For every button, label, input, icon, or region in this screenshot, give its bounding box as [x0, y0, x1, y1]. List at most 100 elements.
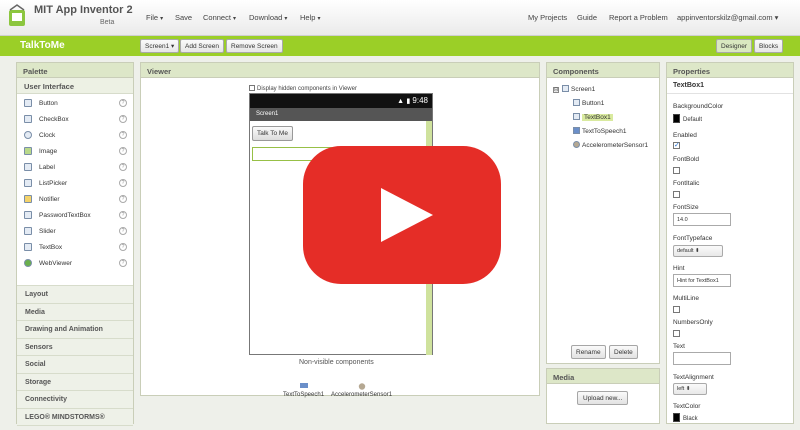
prop-enabled-checkbox[interactable]: ✓ [673, 142, 680, 149]
speech-icon [573, 127, 580, 134]
palette-item-image[interactable]: Image? [17, 144, 133, 160]
help-icon[interactable]: ? [119, 227, 127, 235]
palette-item-webviewer[interactable]: WebViewer? [17, 256, 133, 272]
prop-hint-input[interactable]: Hint for TextBox1 [673, 274, 731, 287]
prop-textcolor-value[interactable]: Black [673, 413, 698, 422]
menu-save[interactable]: Save [175, 13, 192, 22]
menu-connect[interactable]: Connect ▾ [203, 13, 236, 22]
palette-item-checkbox[interactable]: CheckBox? [17, 112, 133, 128]
properties-title: Properties [667, 63, 793, 78]
menu-file[interactable]: File ▾ [146, 13, 163, 22]
prop-backgroundcolor-label: BackgroundColor [673, 103, 724, 110]
remove-screen-button[interactable]: Remove Screen [226, 39, 283, 53]
phone-clock: 9:48 [412, 96, 428, 105]
accelerometer-icon [358, 383, 365, 390]
help-icon[interactable]: ? [119, 115, 127, 123]
help-icon[interactable]: ? [119, 195, 127, 203]
prop-fontitalic-checkbox[interactable] [673, 191, 680, 198]
prop-hint-label: Hint [673, 265, 685, 272]
prop-fonttypeface-select[interactable]: default ⬍ [673, 245, 723, 257]
help-icon[interactable]: ? [119, 99, 127, 107]
designer-button[interactable]: Designer [716, 39, 753, 53]
accelerometer-icon [573, 141, 580, 148]
wifi-icon: ▲ [397, 98, 405, 105]
account-menu[interactable]: appinventorskilz@gmail.com ▾ [677, 13, 778, 22]
link-my-projects[interactable]: My Projects [528, 13, 567, 22]
prop-text-label: Text [673, 343, 685, 350]
palette-item-notifier[interactable]: Notifier? [17, 192, 133, 208]
palette-item-label[interactable]: Label? [17, 160, 133, 176]
delete-button[interactable]: Delete [609, 345, 638, 359]
upload-new-button[interactable]: Upload new... [577, 391, 629, 405]
help-icon[interactable]: ? [119, 179, 127, 187]
tree-node-accelerometer1[interactable]: AccelerometerSensor1 [573, 141, 648, 149]
palette-item-clock[interactable]: Clock? [17, 128, 133, 144]
tree-node-textbox1[interactable]: TextBox1 [573, 113, 613, 121]
project-bar: TalkToMe Screen1 ▾ Add Screen Remove Scr… [0, 36, 800, 56]
help-icon[interactable]: ? [119, 243, 127, 251]
media-panel: Media Upload new... [546, 368, 660, 424]
label-icon [24, 163, 32, 171]
tree-node-button1[interactable]: Button1 [573, 99, 604, 107]
rename-button[interactable]: Rename [571, 345, 606, 359]
checkbox-icon [249, 85, 255, 91]
tree-node-screen1[interactable]: ⊟ Screen1 [553, 85, 595, 93]
color-swatch [673, 114, 680, 123]
help-icon[interactable]: ? [119, 131, 127, 139]
project-name: TalkToMe [20, 40, 65, 51]
nonvisible-texttospeech[interactable]: TextToSpeech1 [283, 383, 324, 398]
screen-icon [562, 85, 569, 92]
menu-download[interactable]: Download ▾ [249, 13, 287, 22]
palette-category-connectivity[interactable]: Connectivity [17, 391, 133, 409]
display-hidden-checkbox[interactable]: Display hidden components in Viewer [249, 85, 357, 92]
prop-text-input[interactable] [673, 352, 731, 365]
talk-to-me-button[interactable]: Talk To Me [252, 126, 293, 141]
add-screen-button[interactable]: Add Screen [180, 39, 224, 53]
palette-category-sensors[interactable]: Sensors [17, 338, 133, 356]
prop-fontbold-checkbox[interactable] [673, 167, 680, 174]
palette-item-passwordtextbox[interactable]: PasswordTextBox? [17, 208, 133, 224]
button-icon [24, 99, 32, 107]
palette-category-social[interactable]: Social [17, 356, 133, 374]
collapse-icon[interactable]: ⊟ [553, 87, 559, 93]
prop-fonttypeface-label: FontTypeface [673, 235, 713, 242]
image-icon [24, 147, 32, 155]
palette-category-lego[interactable]: LEGO® MINDSTORMS® [17, 408, 133, 426]
tree-node-texttospeech1[interactable]: TextToSpeech1 [573, 127, 626, 135]
help-icon[interactable]: ? [119, 147, 127, 155]
palette-list: Button? CheckBox? Clock? Image? Label? L… [17, 94, 133, 286]
youtube-play-icon[interactable] [303, 146, 501, 284]
prop-multiline-checkbox[interactable] [673, 306, 680, 313]
phone-screen-title: Screen1 [250, 108, 432, 121]
palette-item-button[interactable]: Button? [17, 96, 133, 112]
menu-help[interactable]: Help ▾ [300, 13, 320, 22]
prop-fontsize-input[interactable]: 14.0 [673, 213, 731, 226]
link-guide[interactable]: Guide [577, 13, 597, 22]
prop-fontitalic-label: FontItalic [673, 180, 700, 187]
link-report-problem[interactable]: Report a Problem [609, 13, 668, 22]
palette-panel: Palette User Interface Button? CheckBox?… [16, 62, 134, 426]
screen-select[interactable]: Screen1 ▾ [140, 39, 180, 53]
palette-section-user-interface[interactable]: User Interface [17, 78, 133, 94]
palette-item-slider[interactable]: Slider? [17, 224, 133, 240]
palette-category-storage[interactable]: Storage [17, 373, 133, 391]
beta-label: Beta [100, 19, 115, 26]
help-icon[interactable]: ? [119, 211, 127, 219]
prop-fontbold-label: FontBold [673, 156, 700, 163]
palette-item-textbox[interactable]: TextBox? [17, 240, 133, 256]
nonvisible-title: Non-visible components [299, 359, 374, 366]
chevron-down-icon: ▾ [160, 16, 164, 22]
palette-category-layout[interactable]: Layout [17, 286, 133, 304]
palette-item-listpicker[interactable]: ListPicker? [17, 176, 133, 192]
help-icon[interactable]: ? [119, 163, 127, 171]
viewer-title: Viewer [141, 63, 539, 78]
prop-textalignment-select[interactable]: left ⬍ [673, 383, 707, 395]
prop-numbersonly-checkbox[interactable] [673, 330, 680, 337]
palette-category-media[interactable]: Media [17, 303, 133, 321]
help-icon[interactable]: ? [119, 259, 127, 267]
nonvisible-accelerometer[interactable]: AccelerometerSensor1 [331, 383, 392, 398]
prop-backgroundcolor-value[interactable]: Default [673, 114, 702, 123]
blocks-button[interactable]: Blocks [754, 39, 784, 53]
prop-multiline-label: MultiLine [673, 295, 700, 302]
palette-category-drawing[interactable]: Drawing and Animation [17, 321, 133, 339]
